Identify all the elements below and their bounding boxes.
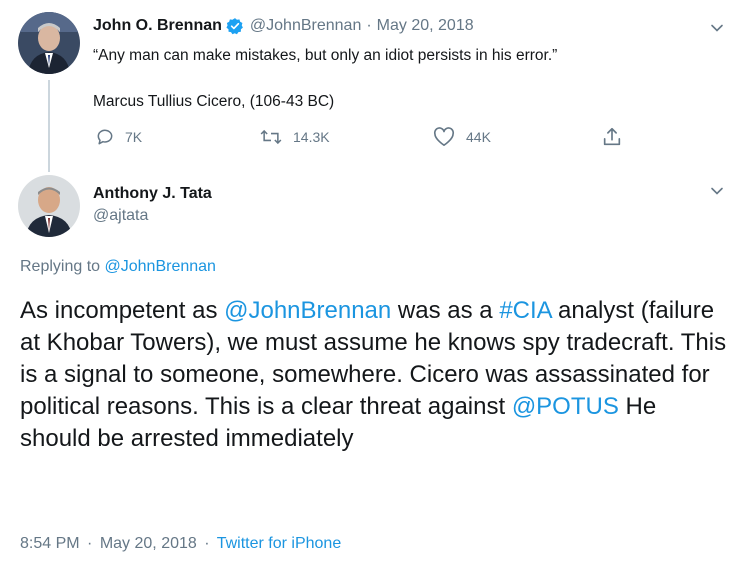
replying-to-label: Replying to [20, 258, 101, 275]
author-handle[interactable]: @JohnBrennan [250, 17, 361, 35]
mention-potus[interactable]: @POTUS [512, 393, 619, 420]
separator-dot: · [204, 535, 210, 552]
tweet-time[interactable]: 8:54 PM [20, 535, 80, 552]
like-button[interactable]: 44K [432, 127, 491, 147]
thread-connector-line [48, 80, 50, 172]
separator-dot: · [87, 535, 93, 552]
reply-count: 7K [125, 129, 143, 145]
author-name[interactable]: John O. Brennan [93, 17, 222, 35]
verified-badge-icon [226, 17, 244, 35]
reply-chevron-down-icon[interactable] [709, 183, 725, 204]
retweet-count: 14.3K [293, 129, 330, 145]
reply-author-handle[interactable]: @ajtata [93, 207, 148, 225]
avatar-anthony-tata[interactable] [18, 175, 80, 237]
avatar-john-brennan[interactable] [18, 12, 80, 74]
reply-icon [95, 127, 125, 147]
reply-author-name[interactable]: Anthony J. Tata [93, 185, 212, 203]
separator-dot: · [366, 17, 372, 34]
original-tweet-header: John O. Brennan @JohnBrennan · May 20, 2… [93, 17, 474, 35]
replying-to-mention[interactable]: @JohnBrennan [105, 258, 216, 275]
retweet-icon [259, 127, 293, 147]
tweet-source[interactable]: Twitter for iPhone [217, 535, 342, 552]
heart-icon [432, 127, 466, 147]
chevron-down-icon[interactable] [709, 20, 725, 41]
tweet-date[interactable]: May 20, 2018 [377, 17, 474, 35]
original-tweet-text: “Any man can make mistakes, but only an … [93, 47, 558, 64]
tweet-footer: 8:54 PM · May 20, 2018 · Twitter for iPh… [20, 535, 341, 553]
replying-to: Replying to @JohnBrennan [20, 258, 216, 276]
like-count: 44K [466, 129, 491, 145]
hashtag-cia[interactable]: #CIA [499, 297, 551, 324]
original-tweet-attribution: Marcus Tullius Cicero, (106-43 BC) [93, 93, 335, 110]
reply-tweet-text: As incompetent as @JohnBrennan was as a … [20, 295, 730, 455]
share-icon[interactable] [601, 126, 623, 153]
tweet-date[interactable]: May 20, 2018 [100, 535, 197, 552]
mention-johnbrennan[interactable]: @JohnBrennan [224, 297, 391, 324]
retweet-button[interactable]: 14.3K [259, 127, 330, 147]
text-segment: was as a [391, 297, 500, 324]
text-segment: As incompetent as [20, 297, 225, 324]
reply-button[interactable]: 7K [95, 127, 142, 147]
